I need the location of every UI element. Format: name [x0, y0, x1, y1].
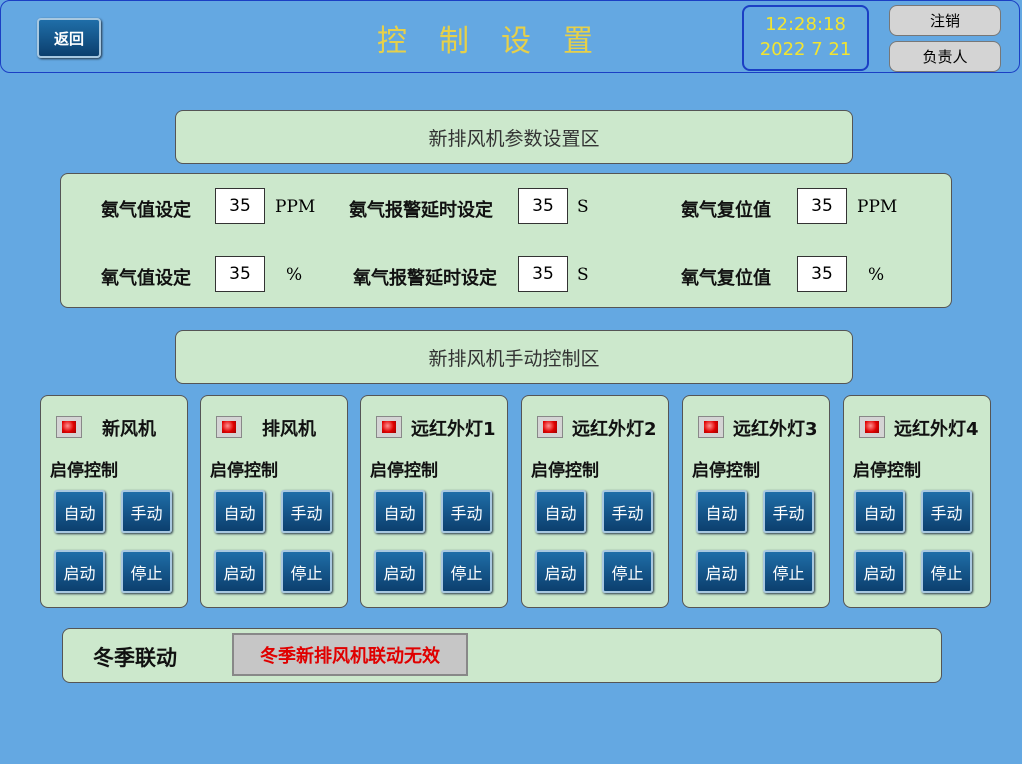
oxygen-reset-unit: %: [868, 265, 885, 285]
back-button[interactable]: 返回: [37, 18, 101, 58]
owner-button[interactable]: 负责人: [889, 41, 1001, 72]
oxygen-alarm-delay-label: 氧气报警延时设定: [353, 268, 497, 289]
start-stop-label: 启停控制: [692, 461, 760, 481]
clock-time: 12:28:18: [765, 14, 846, 35]
start-stop-label: 启停控制: [370, 461, 438, 481]
device-card-fresh-air-fan: 新风机 启停控制 自动 手动 启动 停止: [40, 395, 188, 608]
winter-linkage-panel: 冬季联动 冬季新排风机联动无效: [62, 628, 942, 683]
logout-button[interactable]: 注销: [889, 5, 1001, 36]
header-bar: 返回 控制设置 12:28:18 2022 7 21 注销 负责人: [0, 0, 1020, 73]
winter-linkage-label: 冬季联动: [93, 646, 177, 670]
param-panel: 氨气值设定 35 PPM 氨气报警延时设定 35 S 氨气复位值 35 PPM …: [60, 173, 952, 308]
device-card-infrared-lamp-3: 远红外灯3 启停控制 自动 手动 启动 停止: [682, 395, 830, 608]
start-stop-label: 启停控制: [531, 461, 599, 481]
oxygen-alarm-delay-input[interactable]: 35: [518, 256, 568, 292]
manual-button[interactable]: 手动: [121, 490, 172, 533]
ammonia-alarm-delay-label: 氨气报警延时设定: [349, 200, 493, 221]
ammonia-alarm-delay-input[interactable]: 35: [518, 188, 568, 224]
device-card-exhaust-fan: 排风机 启停控制 自动 手动 启动 停止: [200, 395, 348, 608]
device-name: 排风机: [262, 419, 316, 440]
device-name: 远红外灯4: [894, 419, 979, 440]
page-title: 控制设置: [377, 24, 625, 59]
status-indicator-icon: [859, 416, 885, 438]
auto-button[interactable]: 自动: [854, 490, 905, 533]
oxygen-reset-input[interactable]: 35: [797, 256, 847, 292]
start-button[interactable]: 启动: [696, 550, 747, 593]
manual-button[interactable]: 手动: [763, 490, 814, 533]
manual-button[interactable]: 手动: [441, 490, 492, 533]
status-indicator-icon: [537, 416, 563, 438]
ammonia-alarm-delay-unit: S: [577, 197, 589, 217]
start-stop-label: 启停控制: [50, 461, 118, 481]
ammonia-reset-input[interactable]: 35: [797, 188, 847, 224]
auto-button[interactable]: 自动: [54, 490, 105, 533]
start-button[interactable]: 启动: [854, 550, 905, 593]
clock-date: 2022 7 21: [759, 39, 852, 60]
start-button[interactable]: 启动: [535, 550, 586, 593]
clock-display: 12:28:18 2022 7 21: [742, 5, 869, 71]
status-indicator-icon: [56, 416, 82, 438]
auto-button[interactable]: 自动: [696, 490, 747, 533]
stop-button[interactable]: 停止: [281, 550, 332, 593]
start-stop-label: 启停控制: [210, 461, 278, 481]
ammonia-setpoint-unit: PPM: [275, 197, 316, 217]
device-name: 新风机: [102, 419, 156, 440]
ammonia-reset-unit: PPM: [857, 197, 898, 217]
stop-button[interactable]: 停止: [921, 550, 972, 593]
oxygen-alarm-delay-unit: S: [577, 265, 589, 285]
stop-button[interactable]: 停止: [441, 550, 492, 593]
ammonia-setpoint-input[interactable]: 35: [215, 188, 265, 224]
auto-button[interactable]: 自动: [214, 490, 265, 533]
device-name: 远红外灯1: [411, 419, 496, 440]
status-indicator-icon: [698, 416, 724, 438]
oxygen-setpoint-unit: %: [286, 265, 303, 285]
manual-section-title: 新排风机手动控制区: [175, 330, 853, 384]
auto-button[interactable]: 自动: [535, 490, 586, 533]
winter-linkage-toggle[interactable]: 冬季新排风机联动无效: [232, 633, 468, 676]
oxygen-setpoint-input[interactable]: 35: [215, 256, 265, 292]
param-section-title: 新排风机参数设置区: [175, 110, 853, 164]
auto-button[interactable]: 自动: [374, 490, 425, 533]
oxygen-reset-label: 氧气复位值: [681, 268, 771, 289]
start-stop-label: 启停控制: [853, 461, 921, 481]
status-indicator-icon: [376, 416, 402, 438]
start-button[interactable]: 启动: [374, 550, 425, 593]
stop-button[interactable]: 停止: [763, 550, 814, 593]
stop-button[interactable]: 停止: [121, 550, 172, 593]
manual-button[interactable]: 手动: [281, 490, 332, 533]
stop-button[interactable]: 停止: [602, 550, 653, 593]
device-card-infrared-lamp-2: 远红外灯2 启停控制 自动 手动 启动 停止: [521, 395, 669, 608]
device-name: 远红外灯3: [733, 419, 818, 440]
start-button[interactable]: 启动: [54, 550, 105, 593]
ammonia-setpoint-label: 氨气值设定: [101, 200, 191, 221]
ammonia-reset-label: 氨气复位值: [681, 200, 771, 221]
oxygen-setpoint-label: 氧气值设定: [101, 268, 191, 289]
device-card-infrared-lamp-1: 远红外灯1 启停控制 自动 手动 启动 停止: [360, 395, 508, 608]
device-card-infrared-lamp-4: 远红外灯4 启停控制 自动 手动 启动 停止: [843, 395, 991, 608]
device-name: 远红外灯2: [572, 419, 657, 440]
manual-button[interactable]: 手动: [602, 490, 653, 533]
manual-button[interactable]: 手动: [921, 490, 972, 533]
start-button[interactable]: 启动: [214, 550, 265, 593]
status-indicator-icon: [216, 416, 242, 438]
